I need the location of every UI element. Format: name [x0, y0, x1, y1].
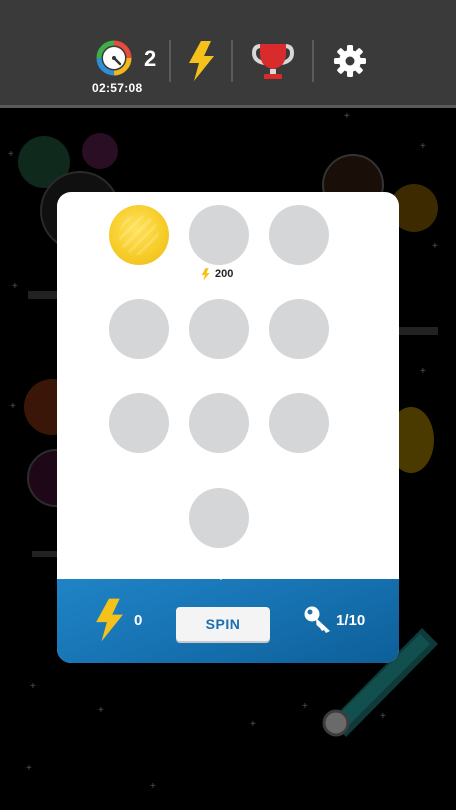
timer-text: 02:57:08 — [92, 81, 143, 95]
keys-count: 1/10 — [336, 612, 366, 629]
star: + — [10, 401, 16, 412]
timer-count: 2 — [144, 46, 157, 71]
background-planet — [82, 133, 118, 169]
slot-empty — [109, 299, 169, 359]
slot-empty — [189, 299, 249, 359]
slot-reward: 200 — [201, 267, 233, 281]
star: + — [250, 719, 256, 730]
star: + — [12, 281, 18, 292]
background-bar — [398, 327, 438, 335]
lightning-icon[interactable] — [187, 41, 215, 81]
star: + — [30, 681, 36, 692]
slot-empty — [269, 393, 329, 453]
slot-empty — [269, 205, 329, 265]
spin-wheel-panel: 200 0 1/10 SPIN — [57, 192, 399, 663]
trophy-icon[interactable] — [251, 43, 295, 81]
star: + — [420, 366, 426, 377]
slot-collected — [109, 205, 169, 265]
slot-empty — [189, 393, 249, 453]
divider — [169, 40, 171, 82]
top-bar: 2 02:57:08 — [0, 0, 456, 108]
slot-empty — [189, 488, 249, 548]
background-bar — [28, 291, 58, 299]
divider — [231, 40, 233, 82]
star: + — [432, 241, 438, 252]
lightning-icon — [96, 598, 123, 642]
slot-empty — [269, 299, 329, 359]
star: + — [26, 763, 32, 774]
gear-icon[interactable] — [333, 44, 367, 78]
spin-button[interactable]: SPIN — [176, 607, 270, 641]
energy-count: 0 — [134, 612, 143, 629]
slot-empty — [109, 393, 169, 453]
divider — [312, 40, 314, 82]
star: + — [98, 705, 104, 716]
star: + — [420, 141, 426, 152]
stopwatch-icon — [96, 40, 132, 76]
pointer-notch — [207, 567, 235, 580]
slot-empty — [189, 205, 249, 265]
star: + — [344, 111, 350, 122]
slot-reward-value: 200 — [215, 268, 234, 280]
key-icon — [304, 606, 330, 633]
star: + — [150, 781, 156, 792]
star: + — [302, 701, 308, 712]
star: + — [8, 149, 14, 160]
timer-widget[interactable]: 2 02:57:08 — [92, 38, 170, 100]
background-bar — [32, 551, 58, 557]
lightning-icon — [201, 267, 210, 281]
